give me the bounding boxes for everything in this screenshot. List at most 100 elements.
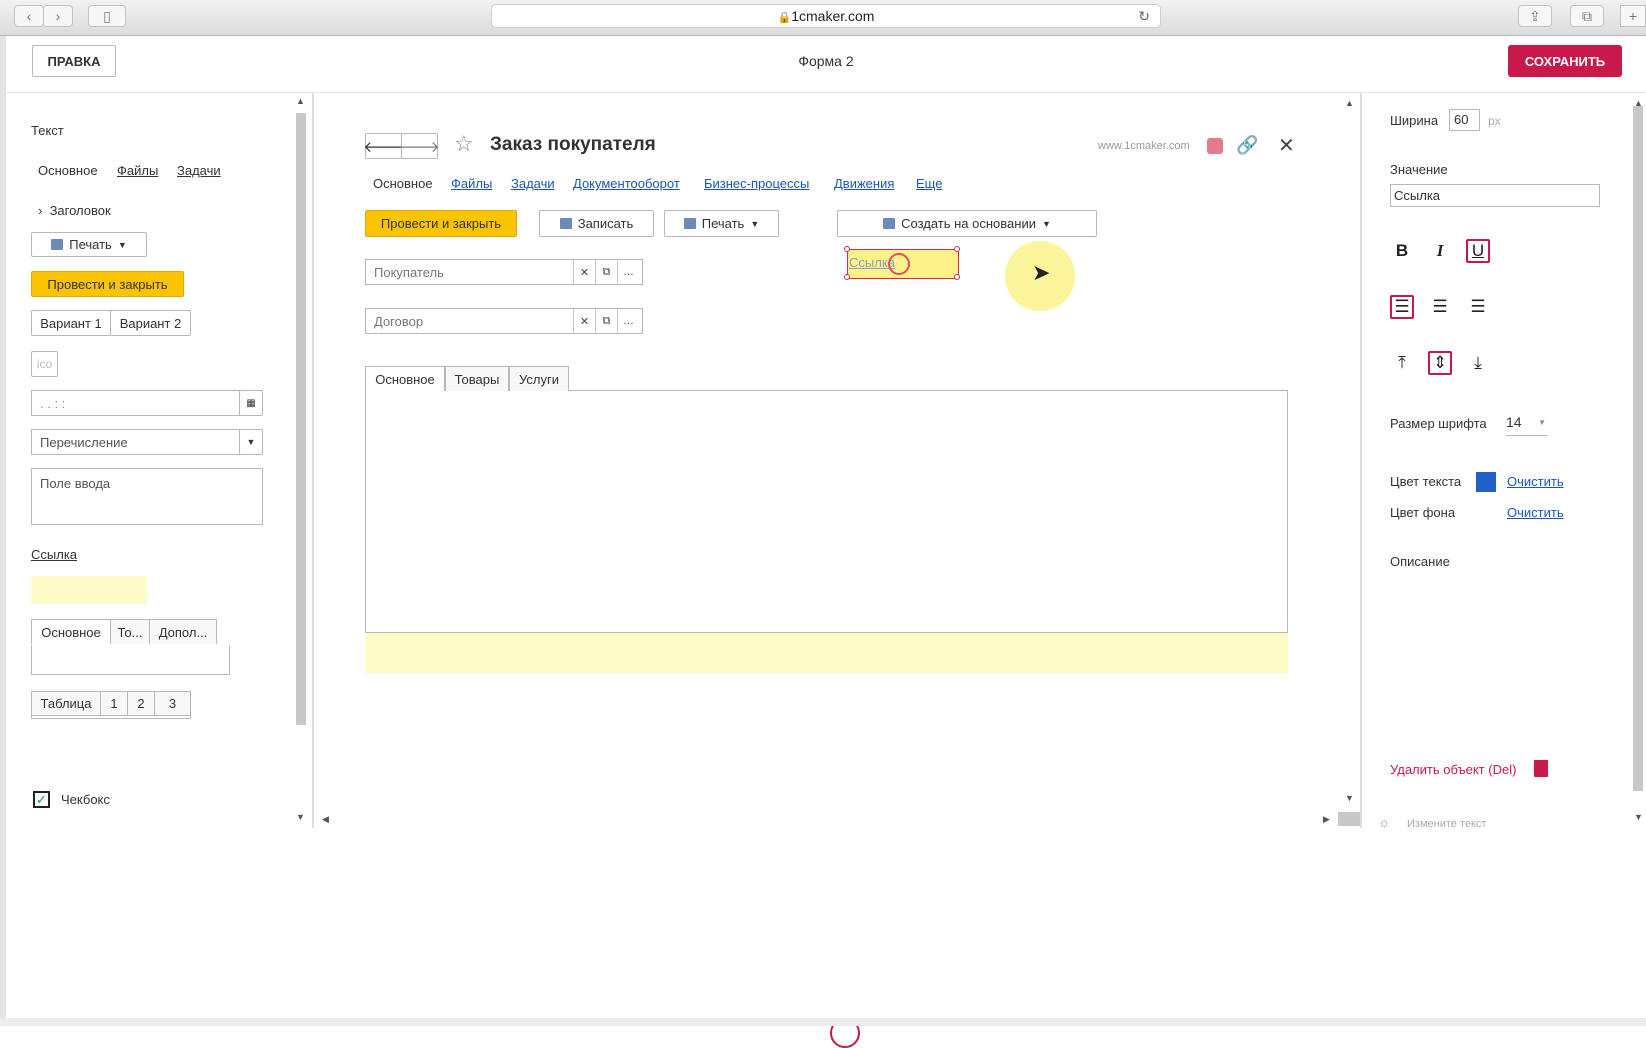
palette-table-col-1[interactable]: 1 xyxy=(100,691,128,716)
resize-handle[interactable] xyxy=(954,246,960,252)
write-button[interactable]: Записать xyxy=(539,210,654,237)
properties-scrollbar[interactable] xyxy=(1633,106,1643,791)
form-nav-more[interactable]: Еще xyxy=(916,176,942,191)
palette-ico[interactable]: ico xyxy=(31,351,58,377)
font-size-select[interactable]: 14 ▼ xyxy=(1506,414,1548,436)
open-icon[interactable]: ⧉ xyxy=(595,309,617,333)
valign-middle-icon[interactable]: ⇕ xyxy=(1428,351,1452,375)
more-icon[interactable]: … xyxy=(617,309,639,333)
tab-main[interactable]: Основное xyxy=(365,366,445,391)
clear-bg-color-link[interactable]: Очистить xyxy=(1507,505,1564,520)
form-nav-files[interactable]: Файлы xyxy=(451,176,492,191)
bold-icon[interactable]: B xyxy=(1390,239,1414,263)
post-and-close-button[interactable]: Провести и закрыть xyxy=(365,210,517,237)
scroll-left-icon[interactable]: ◀ xyxy=(322,814,329,825)
palette-link[interactable]: Ссылка xyxy=(31,547,77,562)
palette-tabset-tab-1[interactable]: Основное xyxy=(31,619,111,644)
open-icon[interactable]: ⧉ xyxy=(595,260,617,284)
clear-icon[interactable]: ✕ xyxy=(573,260,595,284)
customer-field[interactable]: Покупатель ✕ ⧉ … xyxy=(365,259,643,285)
palette-decoration[interactable] xyxy=(31,576,147,604)
palette-checkbox-label[interactable]: Чекбокс xyxy=(61,792,110,807)
form-nav-docflow[interactable]: Документооборот xyxy=(573,176,680,191)
form-nav-movements[interactable]: Движения xyxy=(834,176,894,191)
palette-tab-tasks[interactable]: Задачи xyxy=(177,163,221,178)
palette-tab-files[interactable]: Файлы xyxy=(117,163,158,178)
palette-tabset-tab-3[interactable]: Допол... xyxy=(149,619,217,644)
form-nav-bp[interactable]: Бизнес-процессы xyxy=(704,176,809,191)
scroll-up-icon[interactable]: ▲ xyxy=(296,96,305,106)
create-based-button[interactable]: Создать на основании ▼ xyxy=(837,210,1097,237)
palette-heading[interactable]: › Заголовок xyxy=(38,203,111,218)
sidebar-toggle-icon[interactable]: ▯ xyxy=(88,5,126,27)
trash-icon[interactable] xyxy=(1534,760,1548,777)
star-icon[interactable]: ☆ xyxy=(454,131,474,157)
tab-services[interactable]: Услуги xyxy=(509,366,569,391)
link-icon[interactable]: 🔗 xyxy=(1236,135,1258,156)
resize-handle[interactable] xyxy=(844,246,850,252)
palette-variant-2[interactable]: Вариант 2 xyxy=(110,310,191,336)
width-unit: px xyxy=(1488,114,1501,128)
form-nav-main[interactable]: Основное xyxy=(373,176,433,191)
calendar-icon[interactable]: ▦ xyxy=(239,390,263,416)
palette-variant-1[interactable]: Вариант 1 xyxy=(31,310,111,336)
palette-tabset-tab-2[interactable]: То... xyxy=(110,619,150,644)
valign-bottom-icon[interactable]: ⤓ xyxy=(1466,351,1490,375)
palette-input-field[interactable]: Поле ввода xyxy=(31,468,263,525)
forward-icon[interactable]: › xyxy=(43,5,73,27)
scroll-up-icon[interactable]: ▲ xyxy=(1345,98,1354,108)
palette-date-field[interactable]: . . : : xyxy=(31,390,240,416)
scroll-up-icon[interactable]: ▲ xyxy=(1634,98,1643,108)
align-right-icon[interactable]: ☰ xyxy=(1466,295,1490,319)
decoration-bar[interactable] xyxy=(365,633,1288,673)
palette-post-close-button[interactable]: Провести и закрыть xyxy=(31,271,184,297)
underline-icon[interactable]: U xyxy=(1466,239,1490,263)
valign-top-icon[interactable]: ⤒ xyxy=(1390,351,1414,375)
scroll-down-icon[interactable]: ▼ xyxy=(1345,793,1354,803)
value-input[interactable]: Ссылка xyxy=(1390,184,1600,207)
width-input[interactable]: 60 xyxy=(1449,109,1480,131)
delete-object-link[interactable]: Удалить объект (Del) xyxy=(1390,762,1516,777)
address-bar[interactable]: 🔒1cmaker.com ↻ xyxy=(491,4,1161,28)
scroll-down-icon[interactable]: ▼ xyxy=(296,812,305,822)
printer-icon xyxy=(51,239,64,250)
form-nav-tasks[interactable]: Задачи xyxy=(511,176,555,191)
scroll-down-icon[interactable]: ▼ xyxy=(1634,812,1643,822)
scroll-right-icon[interactable]: ▶ xyxy=(1323,814,1330,825)
align-center-icon[interactable]: ☰ xyxy=(1428,295,1452,319)
palette-text[interactable]: Текст xyxy=(31,123,64,138)
clear-text-color-link[interactable]: Очистить xyxy=(1507,474,1564,489)
save-button[interactable]: СОХРАНИТЬ xyxy=(1508,45,1622,77)
text-color-swatch[interactable] xyxy=(1476,472,1496,492)
back-icon[interactable]: ‹ xyxy=(14,5,44,27)
contract-field[interactable]: Договор ✕ ⧉ … xyxy=(365,308,643,334)
clear-icon[interactable]: ✕ xyxy=(573,309,595,333)
palette-table-col-3[interactable]: 3 xyxy=(154,691,191,716)
more-icon[interactable]: … xyxy=(617,260,639,284)
align-left-icon[interactable]: ☰ xyxy=(1390,295,1414,319)
tab-goods[interactable]: Товары xyxy=(445,366,509,391)
palette-tab-main[interactable]: Основное xyxy=(38,163,98,178)
new-tab-icon[interactable]: + xyxy=(1620,5,1646,27)
mail-icon[interactable] xyxy=(1207,138,1223,154)
share-icon[interactable]: ⇪ xyxy=(1518,5,1552,27)
palette-scrollbar[interactable] xyxy=(296,113,306,725)
resize-handle[interactable] xyxy=(844,274,850,280)
palette-table-col-2[interactable]: 2 xyxy=(127,691,155,716)
reload-icon[interactable]: ↻ xyxy=(1138,5,1150,27)
checkbox-checked-icon[interactable]: ✓ xyxy=(33,791,50,808)
back-arrow-icon[interactable]: 🡐 xyxy=(363,133,404,159)
resize-handle[interactable] xyxy=(954,274,960,280)
close-icon[interactable]: ✕ xyxy=(1278,133,1295,158)
print-button[interactable]: Печать ▼ xyxy=(664,210,779,237)
palette-print-button[interactable]: Печать ▼ xyxy=(31,232,147,257)
tabs-icon[interactable]: ⧉ xyxy=(1570,5,1604,27)
forward-arrow-icon[interactable]: 🡒 xyxy=(399,133,440,159)
italic-icon[interactable]: I xyxy=(1428,239,1452,263)
palette-enum-field[interactable]: Перечисление xyxy=(31,429,240,455)
floppy-icon xyxy=(559,218,572,229)
palette-table-header[interactable]: Таблица xyxy=(31,691,101,716)
dropdown-caret-icon[interactable]: ▼ xyxy=(239,429,263,455)
url-text: 1cmaker.com xyxy=(791,8,875,24)
selected-link-element[interactable]: Ссылка xyxy=(844,246,960,280)
